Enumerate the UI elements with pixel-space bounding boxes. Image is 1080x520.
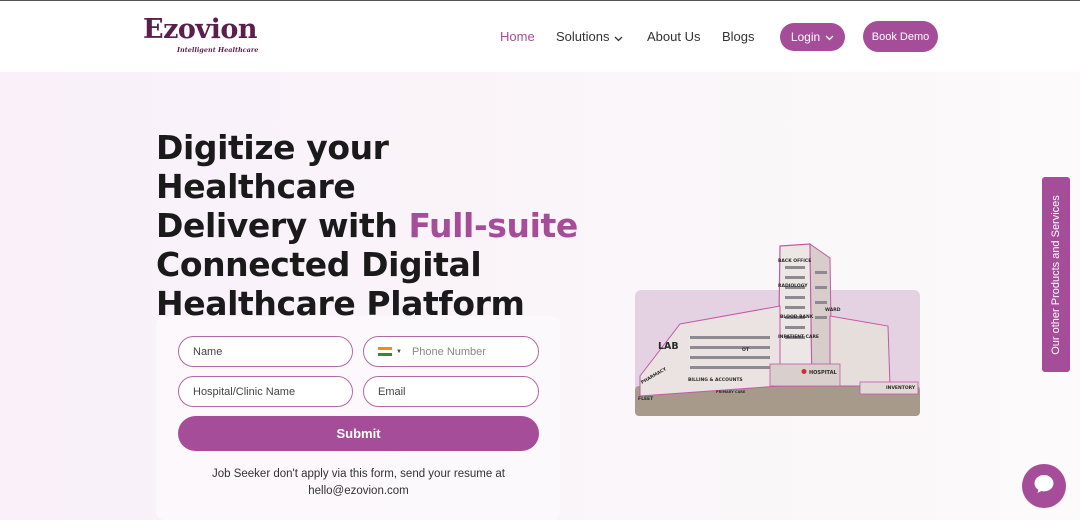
label-primary-care: PRIMARY CARE <box>716 390 746 394</box>
label-blood-bank: BLOOD BANK <box>780 314 814 320</box>
label-back-office: BACK OFFICE <box>778 258 811 264</box>
label-fleet: FLEET <box>638 396 654 402</box>
hero-accent-text: Full-suite <box>408 206 579 245</box>
other-products-tab[interactable]: Our other Products and Services <box>1042 177 1070 372</box>
nav-solutions[interactable]: Solutions <box>556 29 623 45</box>
hero-line-1: Digitize your Healthcare <box>156 128 389 206</box>
label-inventory: INVENTORY <box>886 385 916 391</box>
login-button-label: Login <box>790 30 821 44</box>
login-button[interactable]: Login <box>780 23 845 51</box>
chevron-down-icon <box>825 30 834 44</box>
name-placeholder: Name <box>193 345 223 358</box>
hero-headline: Digitize your Healthcare Delivery with F… <box>156 128 596 323</box>
nav-blogs[interactable]: Blogs <box>722 29 755 44</box>
book-demo-button[interactable]: Book Demo <box>863 21 938 52</box>
india-flag-icon[interactable] <box>378 346 392 357</box>
hospital-placeholder: Hospital/Clinic Name <box>193 385 296 398</box>
label-lab: LAB <box>658 341 679 352</box>
brand-name: Ezovion <box>143 14 258 45</box>
chat-widget-button[interactable] <box>1022 464 1066 508</box>
nav-about-us[interactable]: About Us <box>647 29 700 44</box>
hospital-illustration: BACK OFFICE RADIOLOGY WARD BLOOD BANK IN… <box>635 243 920 416</box>
hero-line-3: Connected Digital <box>156 245 482 284</box>
country-caret-icon[interactable]: ▼ <box>396 349 402 355</box>
label-inpatient-care: INPATIENT CARE <box>778 334 819 340</box>
brand-logo[interactable]: Ezovion Intelligent Healthcare <box>143 14 258 55</box>
submit-button[interactable]: Submit <box>178 416 539 451</box>
phone-placeholder: Phone Number <box>411 345 486 358</box>
phone-field[interactable]: ▼ Phone Number <box>363 336 539 367</box>
contact-email: hello@ezovion.com <box>308 485 409 497</box>
chat-bubble-icon <box>1032 472 1056 501</box>
name-field[interactable]: Name <box>178 336 353 367</box>
label-ot: OT <box>742 347 750 353</box>
hospital-name-field[interactable]: Hospital/Clinic Name <box>178 376 353 407</box>
job-seeker-note-line-1: Job Seeker don't apply via this form, se… <box>211 468 506 480</box>
other-products-tab-label: Our other Products and Services <box>1050 194 1063 355</box>
hero-line-2-prefix: Delivery with <box>156 206 409 245</box>
job-seeker-note: Job Seeker don't apply via this form, se… <box>178 466 539 500</box>
nav-home[interactable]: Home <box>500 29 535 44</box>
email-placeholder: Email <box>378 385 406 398</box>
brand-tagline: Intelligent Healthcare <box>177 46 259 54</box>
label-billing-accounts: BILLING & ACCOUNTS <box>688 377 743 383</box>
chevron-down-icon <box>614 30 623 45</box>
label-hospital: HOSPITAL <box>809 370 837 376</box>
hospital-cross-icon <box>801 369 807 374</box>
label-radiology: RADIOLOGY <box>778 283 808 289</box>
email-field[interactable]: Email <box>363 376 539 407</box>
label-ward: WARD <box>825 307 841 313</box>
nav-solutions-label: Solutions <box>556 29 610 44</box>
